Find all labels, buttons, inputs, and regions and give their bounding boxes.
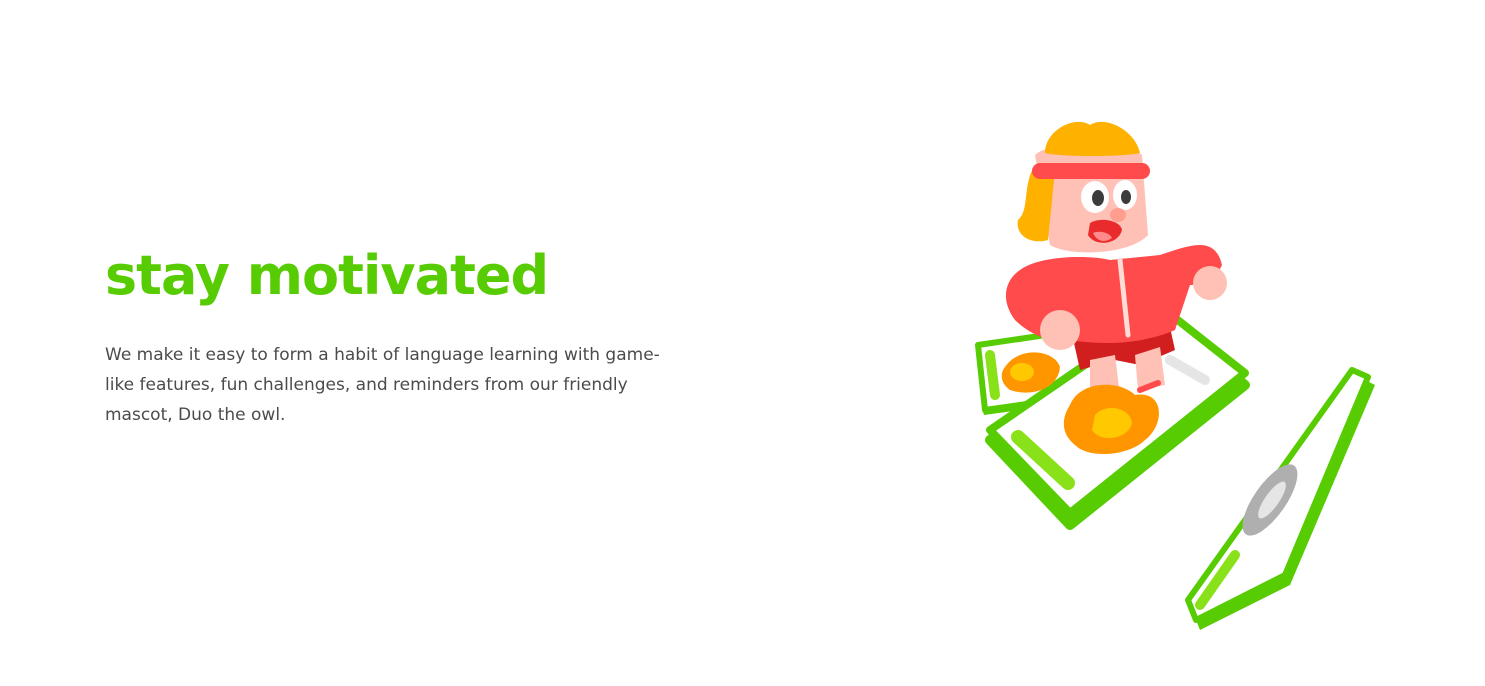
- feature-description: We make it easy to form a habit of langu…: [105, 345, 660, 425]
- feature-text: stay motivated We make it easy to form a…: [105, 240, 665, 430]
- running-character-on-phones-illustration: [960, 105, 1400, 645]
- feature-headline: stay motivated: [105, 244, 549, 307]
- feature-section: stay motivated We make it easy to form a…: [0, 0, 1485, 686]
